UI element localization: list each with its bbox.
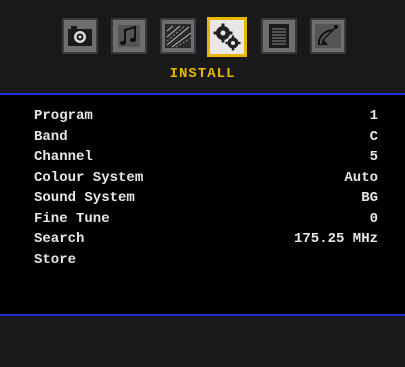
menu-footer <box>0 316 405 367</box>
menu-title: INSTALL <box>169 66 236 82</box>
camera-icon <box>67 25 93 47</box>
setting-label: Sound System <box>34 190 135 206</box>
tab-picture[interactable] <box>160 18 196 54</box>
setting-label: Band <box>34 128 68 145</box>
picture-icon <box>164 23 192 49</box>
setting-value: 5 <box>369 149 378 165</box>
setting-search[interactable]: Search 175.25 MHz <box>34 229 378 250</box>
setting-fine-tune[interactable]: Fine Tune 0 <box>34 209 378 230</box>
setting-value: C <box>369 128 378 145</box>
setting-label: Store <box>34 251 77 268</box>
settings-list: Program 1 Band C Channel 5 Colour System… <box>34 106 378 270</box>
tab-document[interactable] <box>261 18 297 54</box>
setting-label: Channel <box>34 149 93 165</box>
setting-program[interactable]: Program 1 <box>34 106 378 127</box>
setting-store[interactable]: Store <box>34 250 378 271</box>
menu-header: INSTALL <box>0 0 405 93</box>
tv-osd-screen: INSTALL Program 1 Band C Channel 5 Colou… <box>0 0 405 367</box>
document-icon <box>267 23 291 49</box>
install-gears-icon <box>213 23 241 51</box>
tab-satellite[interactable] <box>310 18 346 54</box>
setting-value: 1 <box>369 108 378 124</box>
setting-value: Auto <box>344 169 378 186</box>
tab-music[interactable] <box>111 18 147 54</box>
satellite-dish-icon <box>314 23 342 49</box>
setting-channel[interactable]: Channel 5 <box>34 147 378 168</box>
music-note-icon <box>116 23 142 49</box>
tab-camera[interactable] <box>62 18 98 54</box>
top-divider <box>0 93 405 95</box>
setting-colour-system[interactable]: Colour System Auto <box>34 168 378 189</box>
setting-value: BG <box>361 190 378 206</box>
setting-label: Search <box>34 231 85 247</box>
setting-value: 175.25 MHz <box>293 231 378 247</box>
setting-sound-system[interactable]: Sound System BG <box>34 188 378 209</box>
setting-label: Colour System <box>34 169 144 186</box>
tab-install[interactable] <box>207 17 247 57</box>
setting-value: 0 <box>369 210 378 227</box>
setting-label: Fine Tune <box>34 210 110 227</box>
setting-band[interactable]: Band C <box>34 127 378 148</box>
setting-label: Program <box>34 108 93 124</box>
